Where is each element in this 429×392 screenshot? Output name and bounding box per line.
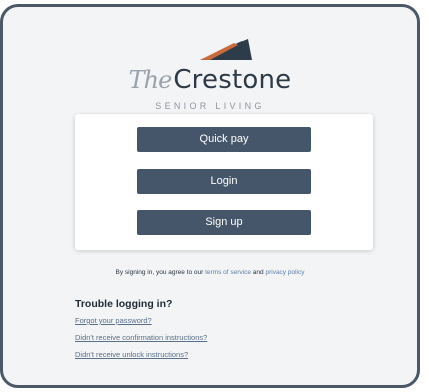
terms-of-service-link[interactable]: terms of service xyxy=(205,269,251,276)
auth-card: Quick pay Login Sign up xyxy=(75,114,373,250)
unlock-instructions-link[interactable]: Didn't receive unlock instructions? xyxy=(75,350,188,359)
crestone-logo: TheCrestone SENIOR LIVING xyxy=(9,29,411,115)
forgot-password-link[interactable]: Forgot your password? xyxy=(75,316,152,325)
terms-prefix: By signing in, you agree to our xyxy=(115,269,206,276)
trouble-heading: Trouble logging in? xyxy=(75,298,173,310)
brand-name-text: Crestone xyxy=(173,65,292,95)
device-frame: TheCrestone SENIOR LIVING Quick pay Logi… xyxy=(0,4,420,388)
privacy-policy-link[interactable]: privacy policy xyxy=(265,269,304,276)
brand-the-text: The xyxy=(128,66,173,94)
brand-wordmark: TheCrestone xyxy=(9,65,411,95)
login-button[interactable]: Login xyxy=(137,169,311,194)
quick-pay-button[interactable]: Quick pay xyxy=(137,127,311,152)
terms-middle: and xyxy=(251,269,266,276)
mountain-logo-icon xyxy=(200,39,252,60)
confirmation-instructions-link[interactable]: Didn't receive confirmation instructions… xyxy=(75,333,207,342)
terms-notice: By signing in, you agree to our terms of… xyxy=(9,269,411,276)
login-page: TheCrestone SENIOR LIVING Quick pay Logi… xyxy=(9,13,411,379)
sign-up-button[interactable]: Sign up xyxy=(137,210,311,235)
brand-subtitle: SENIOR LIVING xyxy=(155,101,265,111)
